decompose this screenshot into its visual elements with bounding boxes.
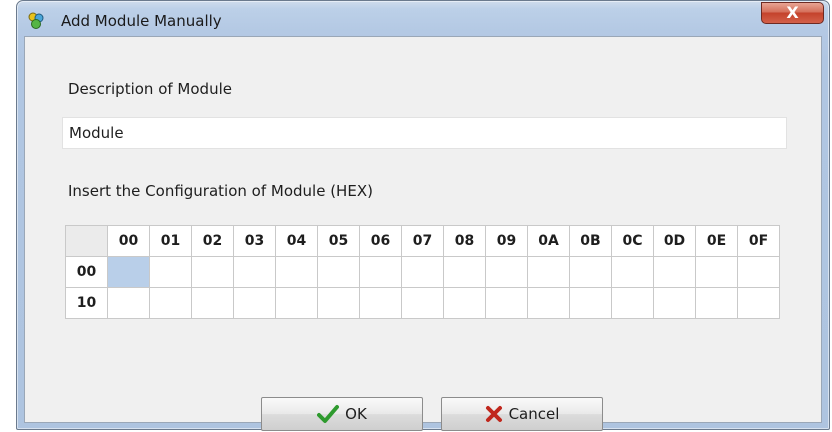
column-header: 05 [317, 225, 360, 257]
hex-cell[interactable] [275, 256, 318, 288]
column-header: 04 [275, 225, 318, 257]
column-header: 07 [401, 225, 444, 257]
column-header: 0D [653, 225, 696, 257]
column-header: 02 [191, 225, 234, 257]
hex-cell[interactable] [569, 256, 612, 288]
column-header: 06 [359, 225, 402, 257]
hex-cell[interactable] [527, 256, 570, 288]
hex-cell[interactable] [275, 287, 318, 319]
hex-cell[interactable] [653, 256, 696, 288]
app-module-icon [27, 12, 45, 30]
hex-cell[interactable] [233, 287, 276, 319]
cancel-button-label: Cancel [508, 405, 560, 423]
hex-cell[interactable] [443, 287, 486, 319]
hex-cell[interactable] [611, 256, 654, 288]
description-label: Description of Module [68, 80, 232, 98]
hex-cell[interactable] [527, 287, 570, 319]
cancel-button[interactable]: Cancel [441, 397, 603, 431]
ok-button-label: OK [345, 405, 367, 423]
hex-cell[interactable] [317, 287, 360, 319]
row-header: 10 [65, 287, 108, 319]
grid-corner-cell [65, 225, 108, 257]
ok-button[interactable]: OK [261, 397, 423, 431]
row-header: 00 [65, 256, 108, 288]
column-header: 0C [611, 225, 654, 257]
hex-cell[interactable] [317, 256, 360, 288]
x-mark-icon [485, 406, 502, 422]
hex-cell[interactable] [653, 287, 696, 319]
hex-cell[interactable] [233, 256, 276, 288]
hex-cell[interactable] [149, 287, 192, 319]
hex-config-grid: 00 01 02 03 04 05 06 07 08 09 0A 0B 0C 0… [65, 225, 780, 319]
dialog-body: Description of Module Insert the Configu… [24, 36, 822, 431]
column-header: 08 [443, 225, 486, 257]
checkmark-icon [317, 405, 340, 423]
hex-cell[interactable] [443, 256, 486, 288]
hex-cell[interactable] [401, 256, 444, 288]
hex-cell[interactable] [737, 256, 780, 288]
column-header: 0F [737, 225, 780, 257]
hex-cell[interactable] [695, 256, 738, 288]
hex-cell[interactable] [569, 287, 612, 319]
hex-cell[interactable] [737, 287, 780, 319]
hex-cell[interactable] [359, 256, 402, 288]
hex-cell[interactable] [401, 287, 444, 319]
column-header: 09 [485, 225, 528, 257]
column-header: 00 [107, 225, 150, 257]
config-label: Insert the Configuration of Module (HEX) [68, 182, 373, 200]
hex-cell[interactable] [107, 256, 150, 288]
close-button[interactable]: X [761, 2, 824, 24]
grid-row-00: 00 [65, 256, 780, 288]
window-title: Add Module Manually [61, 12, 222, 30]
hex-cell[interactable] [695, 287, 738, 319]
grid-header-row: 00 01 02 03 04 05 06 07 08 09 0A 0B 0C 0… [65, 225, 780, 257]
column-header: 0E [695, 225, 738, 257]
description-input[interactable] [62, 117, 787, 149]
column-header: 03 [233, 225, 276, 257]
hex-cell[interactable] [191, 287, 234, 319]
hex-cell[interactable] [485, 287, 528, 319]
title-bar[interactable]: Add Module Manually X [17, 1, 829, 39]
hex-cell[interactable] [359, 287, 402, 319]
hex-cell[interactable] [611, 287, 654, 319]
column-header: 0A [527, 225, 570, 257]
hex-cell[interactable] [191, 256, 234, 288]
close-icon: X [786, 3, 799, 22]
grid-row-10: 10 [65, 287, 780, 319]
column-header: 0B [569, 225, 612, 257]
hex-cell[interactable] [107, 287, 150, 319]
dialog-window: Add Module Manually X Description of Mod… [16, 0, 830, 431]
column-header: 01 [149, 225, 192, 257]
hex-cell[interactable] [485, 256, 528, 288]
hex-cell[interactable] [149, 256, 192, 288]
